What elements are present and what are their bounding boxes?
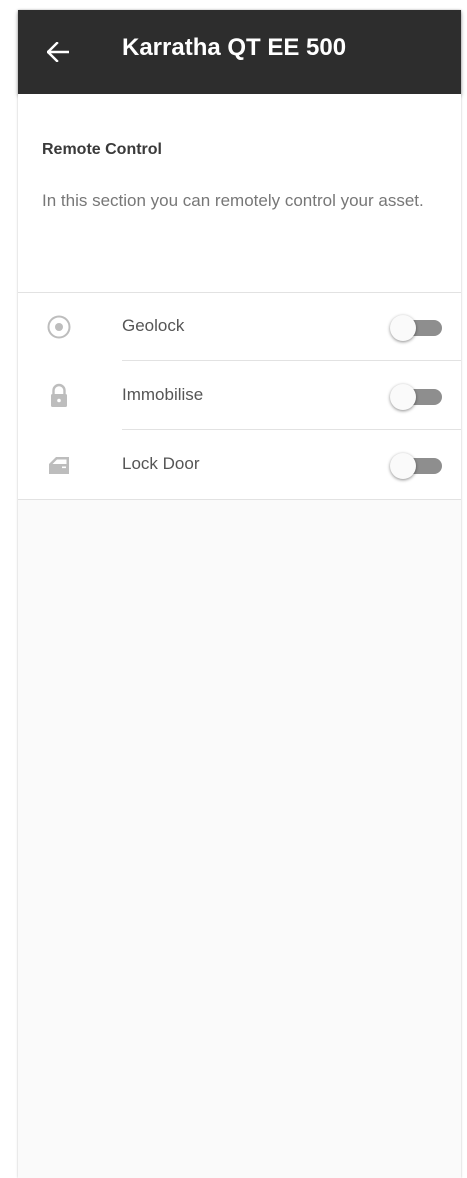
row-divider	[122, 360, 461, 361]
back-button[interactable]	[40, 32, 80, 72]
control-row-lock-door[interactable]: Lock Door	[18, 431, 461, 499]
lock-door-toggle[interactable]	[390, 453, 444, 479]
arrow-left-icon	[47, 42, 69, 62]
control-label: Geolock	[122, 316, 185, 335]
row-divider	[122, 429, 461, 430]
controls-list: Geolock Immobilise Lock Door	[18, 293, 461, 500]
toggle-thumb	[390, 315, 416, 341]
control-row-geolock[interactable]: Geolock	[18, 293, 461, 361]
section-heading: Remote Control	[42, 141, 162, 158]
remote-control-panel: Karratha QT EE 500 Remote Control In thi…	[18, 10, 461, 1178]
car-door-icon	[46, 452, 72, 478]
toggle-thumb	[390, 453, 416, 479]
immobilise-toggle[interactable]	[390, 384, 444, 410]
remote-control-section: Remote Control In this section you can r…	[18, 94, 461, 293]
control-label: Immobilise	[122, 385, 204, 404]
toggle-thumb	[390, 384, 416, 410]
geolock-toggle[interactable]	[390, 315, 444, 341]
control-label: Lock Door	[122, 454, 200, 473]
control-row-immobilise[interactable]: Immobilise	[18, 362, 461, 430]
section-description: In this section you can remotely control…	[42, 191, 424, 210]
app-bar: Karratha QT EE 500	[18, 10, 461, 94]
target-icon	[46, 314, 72, 340]
page-title: Karratha QT EE 500	[122, 34, 347, 61]
lock-icon	[46, 383, 72, 409]
